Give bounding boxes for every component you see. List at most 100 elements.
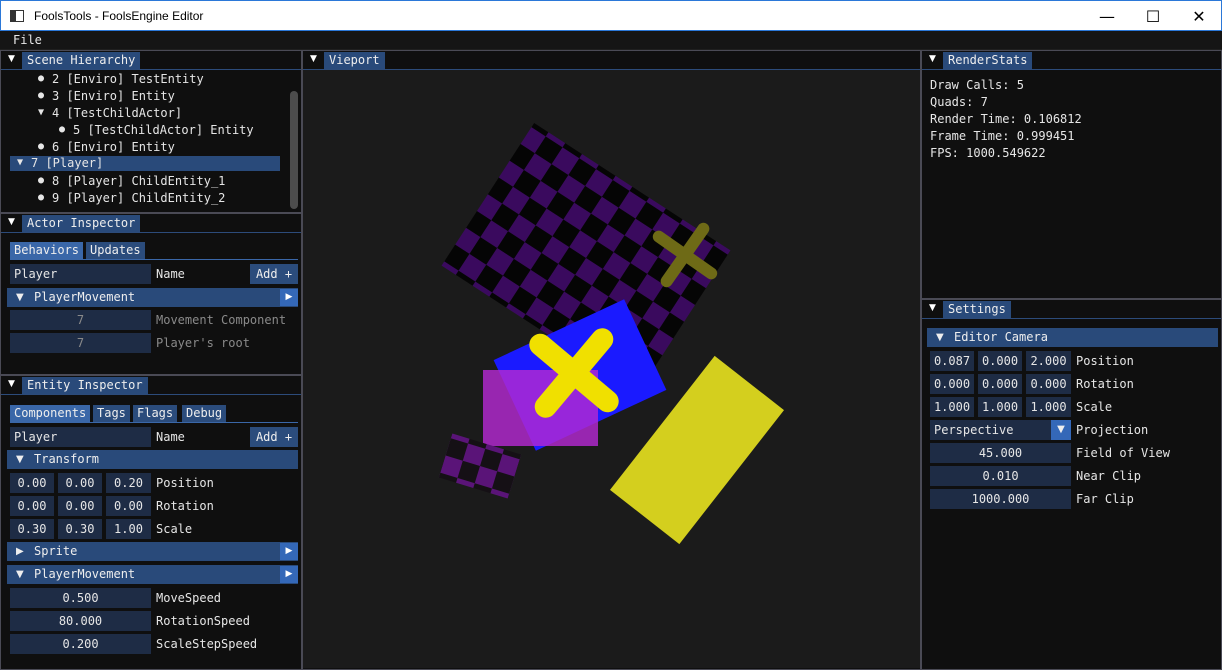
camera-rotation-z-field[interactable]: 0.000	[1026, 374, 1071, 394]
projection-label: Projection	[1076, 423, 1149, 437]
scale-y-field[interactable]: 0.30	[58, 519, 102, 539]
tab-tags[interactable]: Tags	[93, 405, 130, 422]
position-x-field[interactable]: 0.00	[10, 473, 54, 493]
expand-arrow-icon: ▶	[16, 546, 24, 557]
editor-camera-header[interactable]: ▼ Editor Camera	[927, 328, 1218, 347]
scale-step-speed-label: ScaleStepSpeed	[156, 637, 258, 651]
tab-updates[interactable]: Updates	[86, 242, 145, 259]
viewport-canvas[interactable]	[303, 70, 920, 668]
tree-item-label: 8 [Player] ChildEntity_1	[52, 174, 226, 188]
entity-inspector-tabbar: ▼ Entity Inspector	[1, 376, 301, 395]
close-button[interactable]: ✕	[1176, 1, 1222, 31]
panel-menu-icon[interactable]: ▼	[929, 54, 936, 64]
entity-name-input[interactable]: Player	[10, 427, 151, 447]
player-movement-header[interactable]: ▼ PlayerMovement ▶	[7, 288, 298, 307]
bullet-icon: ●	[38, 90, 45, 101]
sprite-header[interactable]: ▶ Sprite ▶	[7, 542, 298, 561]
rotation-y-field[interactable]: 0.00	[58, 496, 102, 516]
expand-arrow-icon[interactable]: ▼	[17, 157, 23, 168]
scale-x-field[interactable]: 0.30	[10, 519, 54, 539]
draw-calls-stat: Draw Calls: 5	[930, 78, 1024, 92]
far-clip-field[interactable]: 1000.000	[930, 489, 1071, 509]
camera-rotation-y-field[interactable]: 0.000	[978, 374, 1022, 394]
transform-header[interactable]: ▼ Transform	[7, 450, 298, 469]
camera-position-x-field[interactable]: 0.087	[930, 351, 974, 371]
bullet-icon: ●	[38, 73, 45, 84]
fps-stat: FPS: 1000.549622	[930, 146, 1046, 160]
panel-menu-icon[interactable]: ▼	[8, 54, 15, 64]
camera-rotation-x-field[interactable]: 0.000	[930, 374, 974, 394]
bullet-icon: ●	[59, 124, 66, 135]
tree-item-label: 3 [Enviro] Entity	[52, 89, 175, 103]
panel-menu-icon[interactable]: ▼	[310, 54, 317, 64]
camera-position-y-field[interactable]: 0.000	[978, 351, 1022, 371]
tree-item-label: 9 [Player] ChildEntity_2	[52, 191, 226, 205]
actor-inspector-tabbar: ▼ Actor Inspector	[1, 214, 301, 233]
player-root-label: Player's root	[156, 336, 250, 350]
add-behavior-button[interactable]: Add +	[250, 264, 298, 284]
actor-inspector-tab[interactable]: Actor Inspector	[22, 215, 141, 232]
render-stats-tabbar: ▼ RenderStats	[922, 51, 1221, 70]
tab-behaviors[interactable]: Behaviors	[10, 242, 84, 259]
actor-name-input[interactable]: Player	[10, 264, 151, 284]
frame-time-stat: Frame Time: 0.999451	[930, 129, 1075, 143]
name-label: Name	[156, 430, 185, 444]
chevron-down-icon[interactable]: ▼	[1051, 420, 1071, 440]
bullet-icon: ●	[38, 141, 45, 152]
section-title: PlayerMovement	[34, 567, 136, 581]
rotation-x-field[interactable]: 0.00	[10, 496, 54, 516]
scale-step-speed-field[interactable]: 0.200	[10, 634, 151, 654]
tab-components[interactable]: Components	[10, 405, 91, 422]
panel-menu-icon[interactable]: ▼	[8, 379, 15, 389]
projection-select[interactable]: Perspective	[930, 420, 1051, 440]
camera-position-z-field[interactable]: 2.000	[1026, 351, 1071, 371]
play-icon[interactable]: ▶	[280, 543, 298, 560]
move-speed-field[interactable]: 0.500	[10, 588, 151, 608]
scene-hierarchy-tab[interactable]: Scene Hierarchy	[22, 52, 141, 69]
play-icon[interactable]: ▶	[280, 289, 298, 306]
bullet-icon: ●	[38, 192, 45, 203]
player-root-field[interactable]: 7	[10, 333, 151, 353]
tree-item-selected[interactable]: ▼ 7 [Player]	[10, 156, 280, 171]
player-movement-header[interactable]: ▼ PlayerMovement ▶	[7, 565, 298, 584]
camera-scale-label: Scale	[1076, 400, 1113, 414]
scene-hierarchy-tabbar: ▼ Scene Hierarchy	[1, 51, 301, 70]
camera-scale-y-field[interactable]: 1.000	[978, 397, 1022, 417]
minimize-button[interactable]: —	[1084, 1, 1130, 31]
section-title: Editor Camera	[954, 330, 1048, 344]
viewport-tab[interactable]: Vieport	[324, 52, 385, 69]
rotation-speed-field[interactable]: 80.000	[10, 611, 151, 631]
rotation-z-field[interactable]: 0.00	[106, 496, 151, 516]
panel-menu-icon[interactable]: ▼	[8, 217, 15, 227]
tab-underline	[10, 422, 298, 423]
menu-file[interactable]: File	[13, 33, 42, 47]
camera-scale-z-field[interactable]: 1.000	[1026, 397, 1071, 417]
settings-tab[interactable]: Settings	[943, 301, 1011, 318]
play-icon[interactable]: ▶	[280, 566, 298, 583]
settings-panel: ▼ Settings ▼ Editor Camera 0.087 0.000 2…	[921, 299, 1222, 670]
scale-z-field[interactable]: 1.00	[106, 519, 151, 539]
rotation-label: Rotation	[156, 499, 214, 513]
tab-debug[interactable]: Debug	[182, 405, 227, 422]
position-label: Position	[156, 476, 214, 490]
panel-menu-icon[interactable]: ▼	[929, 303, 936, 313]
app-icon	[10, 10, 24, 22]
movement-component-field[interactable]: 7	[10, 310, 151, 330]
camera-scale-x-field[interactable]: 1.000	[930, 397, 974, 417]
tree-item[interactable]: ● 6 [Enviro] Entity	[1, 138, 301, 158]
add-component-button[interactable]: Add +	[250, 427, 298, 447]
far-clip-label: Far Clip	[1076, 492, 1134, 506]
window-titlebar: FoolsTools - FoolsEngine Editor — ☐ ✕	[0, 0, 1222, 31]
expand-arrow-icon[interactable]: ▼	[38, 107, 44, 118]
section-title: Transform	[34, 452, 100, 466]
tab-flags[interactable]: Flags	[133, 405, 178, 422]
position-y-field[interactable]: 0.00	[58, 473, 102, 493]
scrollbar[interactable]	[290, 91, 298, 209]
position-z-field[interactable]: 0.20	[106, 473, 151, 493]
render-stats-tab[interactable]: RenderStats	[943, 52, 1033, 69]
entity-inspector-tab[interactable]: Entity Inspector	[22, 377, 148, 394]
maximize-button[interactable]: ☐	[1130, 1, 1176, 31]
tree-item[interactable]: ● 9 [Player] ChildEntity_2	[1, 189, 301, 209]
field-of-view-field[interactable]: 45.000	[930, 443, 1071, 463]
near-clip-field[interactable]: 0.010	[930, 466, 1071, 486]
